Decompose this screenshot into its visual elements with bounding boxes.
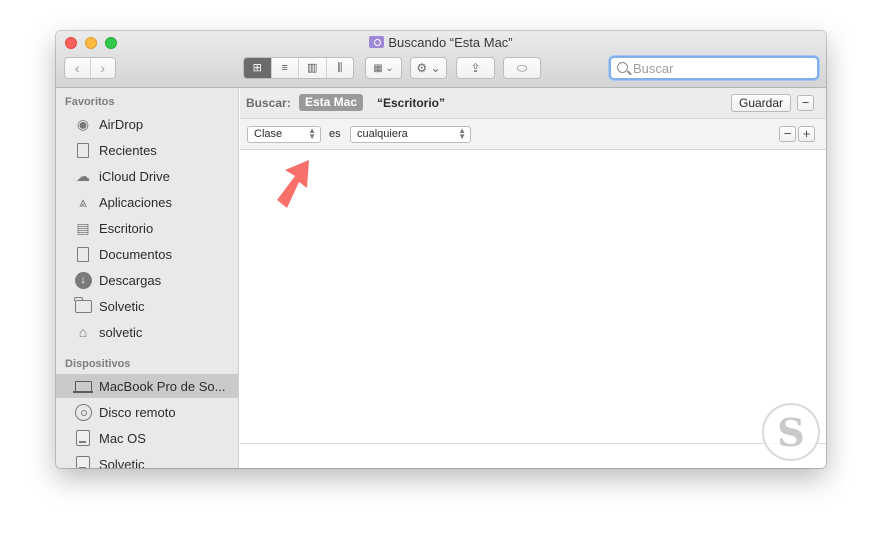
sidebar-item-escritorio[interactable]: ▤ Escritorio — [56, 216, 238, 240]
arrange-button[interactable]: ▦ ⌄ — [365, 57, 402, 79]
attribute-popup[interactable]: Clase ▲ ▼ — [247, 126, 321, 143]
back-button[interactable]: ‹ — [65, 58, 91, 78]
search-input[interactable] — [633, 59, 813, 77]
add-criteria-button[interactable]: + — [798, 126, 815, 142]
sidebar-header-devices: Dispositivos — [65, 358, 131, 370]
home-icon: ⌂ — [78, 324, 88, 340]
downloads-icon: ↓ — [74, 271, 92, 289]
save-search-button[interactable]: Guardar — [731, 94, 791, 112]
desktop-icon: ▤ — [76, 219, 90, 236]
main-content: Buscar: Esta Mac “Escritorio” Guardar − … — [240, 88, 826, 468]
remove-criteria-button[interactable]: − — [779, 126, 796, 142]
operator-label: es — [329, 128, 341, 140]
forward-button[interactable]: › — [91, 58, 116, 78]
finder-window: Buscando “Esta Mac” ‹ › ⊞ ≡ ▥ ⫼ ▦ ⌄ ⚙ ⌄ … — [56, 31, 826, 468]
window-title: Buscando “Esta Mac” — [56, 35, 826, 51]
value-popup[interactable]: cualquiera ▲ ▼ — [350, 126, 471, 143]
updown-chevron-icon: ▲ ▼ — [308, 126, 316, 141]
sidebar-item-documentos[interactable]: Documentos — [56, 242, 238, 266]
sidebar-header-favorites: Favoritos — [65, 96, 115, 108]
sidebar-item-solvetic-drive[interactable]: Solvetic — [56, 452, 238, 468]
sidebar: Favoritos ◉ AirDrop Recientes ☁ iCloud D… — [56, 88, 239, 468]
applications-icon: ⩓ — [79, 193, 87, 210]
sidebar-item-descargas[interactable]: ↓ Descargas — [56, 268, 238, 292]
attribute-value: Clase — [254, 128, 283, 140]
search-criteria-row: Clase ▲ ▼ es cualquiera ▲ ▼ − + — [240, 119, 826, 150]
search-icon — [617, 62, 628, 73]
sidebar-item-macbook-pro[interactable]: MacBook Pro de So... — [56, 374, 238, 398]
sidebar-item-recientes[interactable]: Recientes — [56, 138, 238, 162]
criteria-value: cualquiera — [357, 128, 408, 140]
updown-chevron-icon: ▲ ▼ — [458, 126, 466, 141]
window-title-text: Buscando “Esta Mac” — [388, 35, 513, 50]
title-bar: Buscando “Esta Mac” ‹ › ⊞ ≡ ▥ ⫼ ▦ ⌄ ⚙ ⌄ … — [56, 31, 826, 88]
tag-button[interactable]: ⬭ — [503, 57, 541, 79]
results-area[interactable] — [240, 150, 826, 443]
list-view-button[interactable]: ≡ — [270, 58, 299, 78]
gallery-view-button[interactable]: ⫼ — [325, 58, 354, 78]
disc-icon — [74, 403, 92, 421]
sidebar-item-solvetic-folder[interactable]: Solvetic — [56, 294, 238, 318]
scope-this-mac-button[interactable]: Esta Mac — [299, 94, 364, 111]
share-button[interactable]: ⇪ — [456, 57, 495, 79]
column-view-button[interactable]: ▥ — [298, 58, 326, 78]
documents-icon — [74, 245, 92, 263]
recents-icon — [74, 141, 92, 159]
sidebar-item-airdrop[interactable]: ◉ AirDrop — [56, 112, 238, 136]
cloud-icon: ☁ — [76, 167, 90, 184]
sidebar-item-aplicaciones[interactable]: ⩓ Aplicaciones — [56, 190, 238, 214]
status-bar — [240, 443, 826, 468]
action-gear-button[interactable]: ⚙ ⌄ — [410, 57, 447, 79]
sidebar-item-icloud-drive[interactable]: ☁ iCloud Drive — [56, 164, 238, 188]
watermark-logo: S — [762, 403, 820, 461]
airdrop-icon: ◉ — [76, 115, 90, 132]
laptop-icon — [72, 377, 93, 395]
drive-icon — [74, 429, 92, 447]
sidebar-item-solvetic-home[interactable]: ⌂ solvetic — [56, 320, 238, 344]
drive-icon — [74, 455, 92, 468]
search-field[interactable] — [609, 56, 819, 80]
scope-desktop-button[interactable]: “Escritorio” — [377, 96, 445, 110]
search-scope-label: Buscar: — [246, 96, 291, 110]
sidebar-item-mac-os[interactable]: Mac OS — [56, 426, 238, 450]
sidebar-item-disco-remoto[interactable]: Disco remoto — [56, 400, 238, 424]
icon-view-button[interactable]: ⊞ — [244, 58, 271, 78]
watermark-glyph: S — [777, 409, 805, 455]
folder-icon — [74, 296, 92, 315]
close-search-bar-button[interactable]: − — [797, 95, 814, 111]
smart-folder-icon — [369, 36, 385, 48]
annotation-arrow-icon — [277, 160, 309, 208]
view-mode-group: ⊞ ≡ ▥ ⫼ — [243, 57, 354, 79]
search-scope-bar: Buscar: Esta Mac “Escritorio” Guardar − — [240, 88, 826, 119]
navigation-group: ‹ › — [64, 57, 116, 79]
